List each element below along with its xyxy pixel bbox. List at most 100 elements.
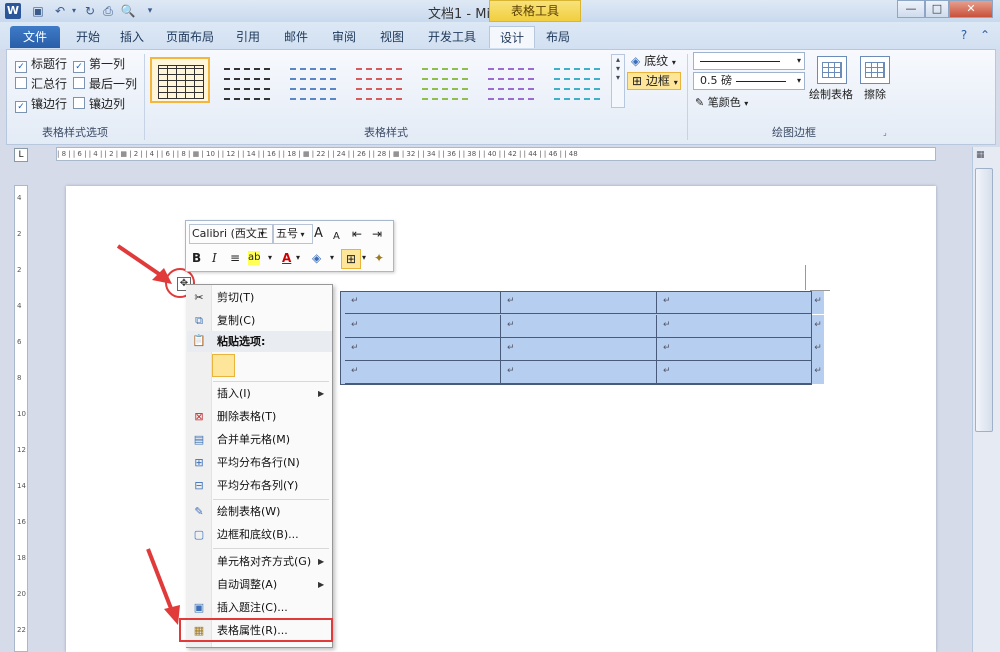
table-cell[interactable]: ↵ [501,291,657,314]
highlight-button[interactable]: ab [248,251,261,265]
table-style-grid[interactable] [150,57,210,103]
bold-button[interactable]: B [192,248,201,268]
paste-keep-text-icon[interactable] [212,354,235,377]
table-cell[interactable]: ↵ [501,338,657,361]
gallery-scroll[interactable]: ▴ ▾ ▾ [611,54,625,108]
center-align-button[interactable]: ≡ [230,248,240,268]
checkbox-banded-columns[interactable]: 镶边列 [73,95,125,112]
tab-insert[interactable]: 插入 [112,26,152,48]
eraser-icon[interactable] [860,56,890,84]
tab-layout[interactable]: 布局 [535,26,581,48]
maximize-button[interactable]: □ [925,0,949,18]
menu-cut[interactable]: 剪切(T) [217,288,254,308]
checkbox-last-column[interactable]: 最后一列 [73,75,137,92]
table-style-purple[interactable] [481,57,541,103]
shading-button[interactable]: ◈ 底纹 ▾ [631,52,676,69]
borders-shading-icon: ▢ [193,528,205,541]
ruler-mark: 20 [17,590,26,598]
ruler-mark: 12 [17,446,26,454]
menu-cell-alignment[interactable]: 单元格对齐方式(G) [217,552,311,572]
table-style-blue[interactable] [283,57,343,103]
tab-review[interactable]: 审阅 [324,26,364,48]
table-cell[interactable]: ↵ [657,315,812,338]
end-of-row-mark: ↵ [812,361,824,384]
menu-insert[interactable]: 插入(I) [217,384,251,404]
menu-distribute-columns[interactable]: 平均分布各列(Y) [217,476,298,496]
table-style-cyan[interactable] [547,57,607,103]
ruler-mark: 6 [17,338,22,346]
borders-icon: ⊞ [632,74,643,88]
table-style-green[interactable] [415,57,475,103]
ribbon-panel: ✓ 标题行 ✓ 第一列 汇总行 最后一列 ✓ 镶边行 镶边列 表格样式选项 ▴ ▾ ▾ 表… [6,49,996,145]
checkbox-banded-rows[interactable]: ✓ 镶边行 [15,95,67,113]
table-cell[interactable]: ↵ [657,338,812,361]
vertical-ruler[interactable]: 4 2 2 4 6 8 10 12 14 16 18 20 22 [14,185,28,652]
italic-button[interactable]: I [212,248,217,268]
shading-icon: ◈ [631,54,641,68]
tab-design[interactable]: 设计 [489,26,535,48]
increase-indent-icon[interactable]: ⇥ [372,224,382,244]
tab-page-layout[interactable]: 页面布局 [160,26,220,48]
tab-mailings[interactable]: 邮件 [276,26,316,48]
borders-button[interactable]: ⊞ 边框 ▾ [627,72,681,90]
scissors-icon: ✂ [194,291,204,304]
font-size-combo[interactable]: 五号 ▾ [273,224,313,244]
table-cell[interactable]: ↵ [501,361,657,384]
menu-distribute-rows[interactable]: 平均分布各行(N) [217,453,300,473]
tab-references[interactable]: 引用 [228,26,268,48]
checkbox-total-row[interactable]: 汇总行 [15,75,67,92]
scrollbar-thumb[interactable] [975,168,993,432]
grow-font-button[interactable]: A [314,224,323,244]
decrease-indent-icon[interactable]: ⇤ [352,224,362,244]
draw-table-button[interactable]: 绘制表格 [809,86,853,102]
menu-borders-shading[interactable]: 边框和底纹(B)... [217,525,299,545]
font-color-button[interactable]: A [282,248,291,268]
ribbon-minimize-icon[interactable]: ⌃ [976,28,994,46]
checkbox-header-row[interactable]: ✓ 标题行 [15,55,67,73]
table-cell[interactable]: ↵ [657,291,812,314]
help-icon[interactable]: ? [955,28,973,46]
menu-autofit[interactable]: 自动调整(A) [217,575,277,595]
line-style-combo[interactable]: ▾ [693,52,805,70]
format-painter-icon[interactable]: ✦ [374,248,384,268]
line-weight-combo[interactable]: 0.5 磅 ▾ [693,72,805,90]
submenu-arrow-icon: ▶ [318,557,325,566]
table-cell[interactable]: ↵ [345,315,501,338]
eraser-button[interactable]: 擦除 [864,86,886,102]
table-tools-header: 表格工具 [489,0,581,22]
tab-developer[interactable]: 开发工具 [420,26,484,48]
table-cell[interactable]: ↵ [657,361,812,384]
tab-selector[interactable]: L [14,148,28,162]
menu-draw-table[interactable]: 绘制表格(W) [217,502,280,522]
table-style-red[interactable] [349,57,409,103]
shrink-font-button[interactable]: A [333,227,340,247]
shading-icon[interactable]: ◈ [312,248,321,268]
tab-file[interactable]: 文件 [10,26,60,48]
minimize-button[interactable]: — [897,0,925,18]
table-cell[interactable]: ↵ [501,315,657,338]
draw-table-icon[interactable] [817,56,847,84]
ruler-mark: 18 [17,554,26,562]
horizontal-ruler[interactable]: | 8 | | 6 | | 4 | | 2 | ▦ | 2 | | 4 | | … [56,147,936,161]
menu-delete-table[interactable]: 删除表格(T) [217,407,276,427]
tab-home[interactable]: 开始 [68,26,108,48]
ruler-toggle-icon[interactable]: ▦ [976,150,985,160]
pen-color-button[interactable]: ✎ 笔颜色 ▾ [695,94,748,110]
menu-merge-cells[interactable]: 合并单元格(M) [217,430,290,450]
copy-icon: ⧉ [195,314,203,327]
borders-icon[interactable]: ⊞ [341,249,361,269]
table-cell[interactable]: ↵ [345,338,501,361]
dialog-launcher-icon[interactable]: ⌟ [883,128,887,137]
table-cell[interactable]: ↵ [345,291,501,314]
close-button[interactable]: ✕ [949,0,993,18]
table-cell[interactable]: ↵ [345,361,501,384]
tab-view[interactable]: 视图 [372,26,412,48]
checkbox-first-column[interactable]: ✓ 第一列 [73,55,125,73]
distribute-columns-icon: ⊟ [194,479,204,492]
ruler-mark: 22 [17,626,26,634]
end-of-row-mark: ↵ [812,291,824,314]
submenu-arrow-icon: ▶ [318,389,325,398]
menu-insert-caption[interactable]: 插入题注(C)... [217,598,288,618]
menu-copy[interactable]: 复制(C) [217,311,255,331]
table-style-plain[interactable] [217,57,277,103]
